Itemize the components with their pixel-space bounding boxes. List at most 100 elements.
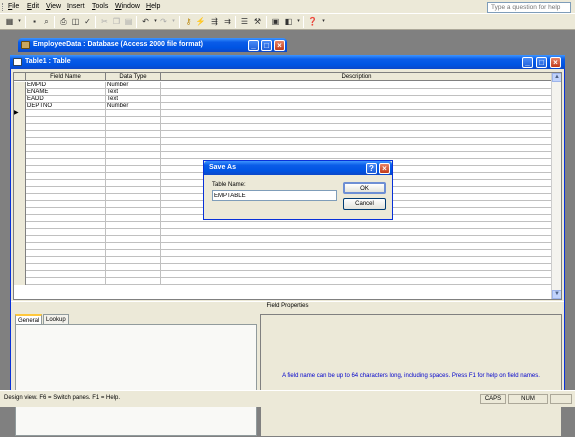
table-row[interactable]: ENAME Text xyxy=(14,89,552,96)
help-icon[interactable]: ❓ xyxy=(307,16,318,27)
row-selector[interactable] xyxy=(14,229,26,236)
table-row[interactable] xyxy=(14,250,552,257)
save-icon[interactable]: ▪ xyxy=(29,16,40,27)
data-type-cell[interactable] xyxy=(106,257,161,264)
cut-icon[interactable]: ✂ xyxy=(99,16,110,27)
row-selector[interactable] xyxy=(14,243,26,250)
field-name-cell[interactable] xyxy=(26,194,106,201)
database-window-icon[interactable]: ▣ xyxy=(270,16,281,27)
insert-rows-icon[interactable]: ⇶ xyxy=(209,16,220,27)
data-type-cell[interactable] xyxy=(106,264,161,271)
field-name-cell[interactable] xyxy=(26,152,106,159)
field-name-cell[interactable] xyxy=(26,110,106,117)
data-type-cell[interactable] xyxy=(106,250,161,257)
row-selector[interactable] xyxy=(14,173,26,180)
data-type-cell[interactable] xyxy=(106,243,161,250)
description-cell[interactable] xyxy=(161,257,552,264)
table-row[interactable] xyxy=(14,117,552,124)
close-button[interactable]: × xyxy=(274,40,285,51)
field-name-cell[interactable] xyxy=(26,222,106,229)
indexes-icon[interactable]: ⚡ xyxy=(195,16,206,27)
data-type-cell[interactable]: Number xyxy=(106,82,161,89)
database-window-titlebar[interactable]: EmployeeData : Database (Access 2000 fil… xyxy=(18,38,287,52)
description-cell[interactable] xyxy=(161,124,552,131)
description-cell[interactable] xyxy=(161,110,552,117)
delete-rows-icon[interactable]: ⇉ xyxy=(222,16,233,27)
data-type-cell[interactable] xyxy=(106,138,161,145)
build-icon[interactable]: ⚒ xyxy=(252,16,263,27)
properties-icon[interactable]: ☰ xyxy=(239,16,250,27)
table-row[interactable] xyxy=(14,257,552,264)
restore-button[interactable]: □ xyxy=(536,57,547,68)
data-type-cell[interactable] xyxy=(106,173,161,180)
row-selector[interactable] xyxy=(14,201,26,208)
table-row[interactable] xyxy=(14,278,552,285)
field-name-cell[interactable] xyxy=(26,187,106,194)
description-cell[interactable] xyxy=(161,222,552,229)
field-name-cell[interactable] xyxy=(26,124,106,131)
row-selector[interactable] xyxy=(14,89,26,96)
description-cell[interactable] xyxy=(161,145,552,152)
row-selector[interactable] xyxy=(14,194,26,201)
description-cell[interactable] xyxy=(161,138,552,145)
row-selector[interactable] xyxy=(14,138,26,145)
row-selector[interactable] xyxy=(14,250,26,257)
field-name-cell[interactable] xyxy=(26,138,106,145)
field-name-cell[interactable] xyxy=(26,215,106,222)
data-type-cell[interactable] xyxy=(106,187,161,194)
table-row[interactable]: ▶ xyxy=(14,110,552,117)
row-selector[interactable] xyxy=(14,222,26,229)
description-cell[interactable] xyxy=(161,131,552,138)
data-type-cell[interactable]: Text xyxy=(106,89,161,96)
description-cell[interactable] xyxy=(161,82,552,89)
description-cell[interactable] xyxy=(161,250,552,257)
menu-view[interactable]: View xyxy=(46,3,61,11)
description-cell[interactable] xyxy=(161,89,552,96)
data-type-cell[interactable]: Number xyxy=(106,103,161,110)
row-selector[interactable] xyxy=(14,117,26,124)
database-window[interactable]: EmployeeData : Database (Access 2000 fil… xyxy=(18,38,287,54)
vertical-scrollbar[interactable]: ▲ ▼ xyxy=(551,73,561,299)
row-selector[interactable] xyxy=(14,215,26,222)
data-type-cell[interactable] xyxy=(106,124,161,131)
description-cell[interactable] xyxy=(161,243,552,250)
data-type-cell[interactable] xyxy=(106,152,161,159)
table-row[interactable]: EADD Text xyxy=(14,96,552,103)
row-selector[interactable] xyxy=(14,152,26,159)
field-name-cell[interactable] xyxy=(26,243,106,250)
description-cell[interactable] xyxy=(161,229,552,236)
field-name-cell[interactable] xyxy=(26,236,106,243)
field-name-cell[interactable] xyxy=(26,117,106,124)
table-row[interactable] xyxy=(14,243,552,250)
data-type-cell[interactable] xyxy=(106,180,161,187)
row-selector[interactable] xyxy=(14,103,26,110)
menu-edit[interactable]: Edit xyxy=(27,3,39,11)
data-type-cell[interactable] xyxy=(106,131,161,138)
data-type-cell[interactable] xyxy=(106,215,161,222)
dialog-titlebar[interactable]: Save As ? × xyxy=(204,161,392,175)
data-type-cell[interactable]: Text xyxy=(106,96,161,103)
menu-help[interactable]: Help xyxy=(146,3,160,11)
data-type-cell[interactable] xyxy=(106,159,161,166)
close-button[interactable]: × xyxy=(550,57,561,68)
primary-key-icon[interactable]: ⚷ xyxy=(183,16,194,27)
row-selector[interactable] xyxy=(14,264,26,271)
redo-dropdown-icon[interactable]: ▾ xyxy=(168,16,179,27)
field-name-cell[interactable] xyxy=(26,166,106,173)
row-selector[interactable] xyxy=(14,208,26,215)
row-selector[interactable]: ▶ xyxy=(14,110,26,117)
dialog-close-button[interactable]: × xyxy=(379,163,390,174)
field-name-cell[interactable]: DEPTNO xyxy=(26,103,106,110)
description-cell[interactable] xyxy=(161,264,552,271)
table-row[interactable]: EMPID Number xyxy=(14,82,552,89)
row-selector[interactable] xyxy=(14,82,26,89)
row-selector[interactable] xyxy=(14,159,26,166)
field-name-cell[interactable] xyxy=(26,229,106,236)
table-row[interactable] xyxy=(14,131,552,138)
print-preview-icon[interactable]: ◫ xyxy=(70,16,81,27)
table-row[interactable] xyxy=(14,271,552,278)
description-cell[interactable] xyxy=(161,103,552,110)
table-row[interactable] xyxy=(14,152,552,159)
row-selector[interactable] xyxy=(14,180,26,187)
table-row[interactable] xyxy=(14,124,552,131)
